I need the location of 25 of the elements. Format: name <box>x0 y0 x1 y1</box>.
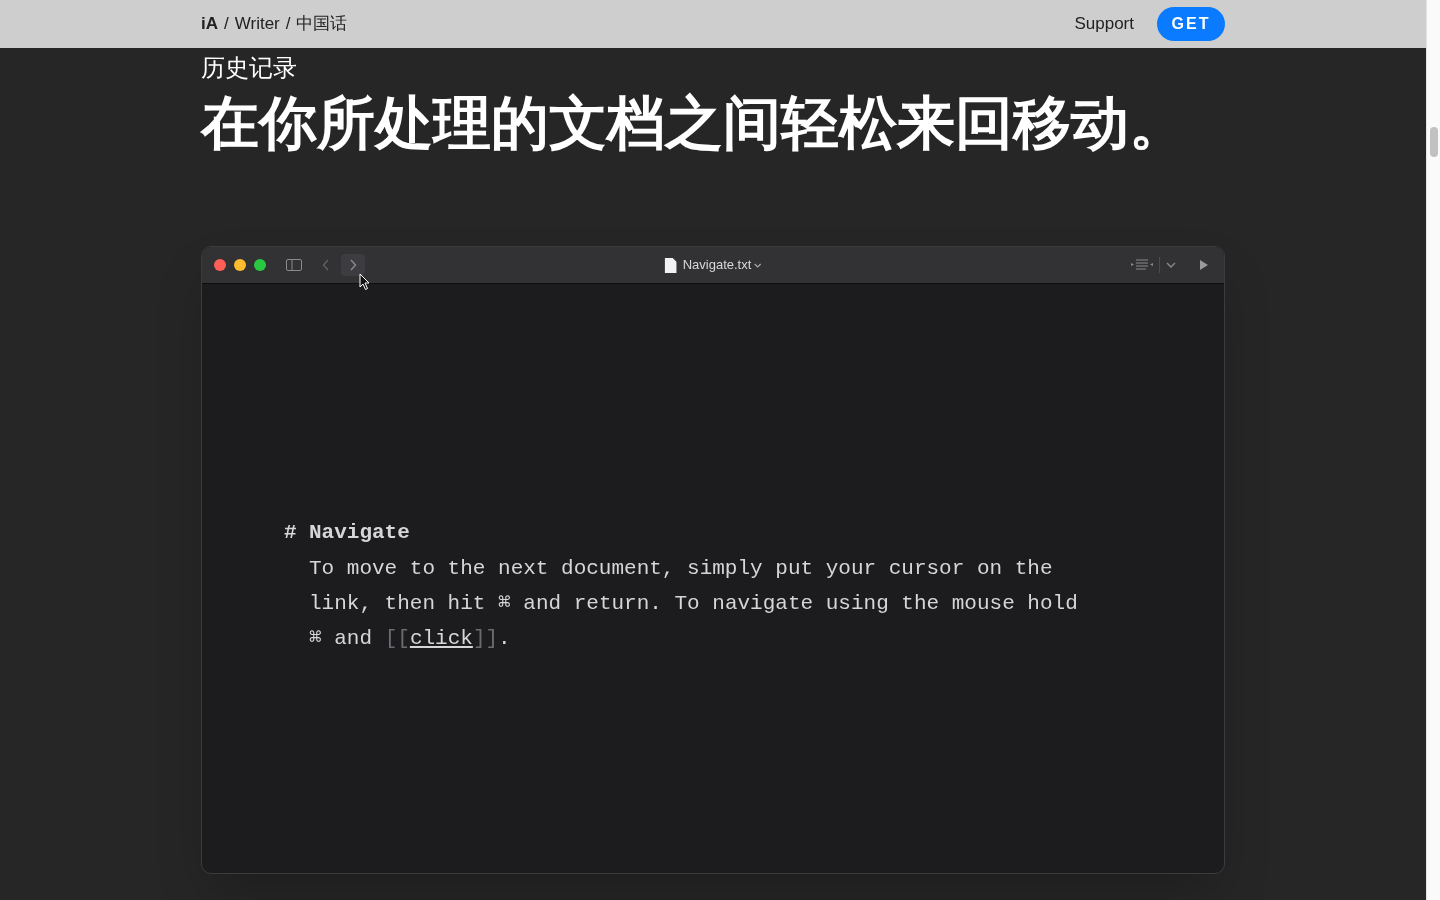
section-eyebrow: 历史记录 <box>201 53 298 83</box>
breadcrumb-separator: / <box>224 13 229 36</box>
breadcrumb-separator: / <box>285 13 291 36</box>
chevron-right-icon <box>349 259 357 271</box>
get-button[interactable]: GET <box>1157 7 1225 41</box>
zoom-icon[interactable] <box>254 259 266 271</box>
close-icon[interactable] <box>214 259 226 271</box>
editor-heading: Navigate <box>309 520 410 546</box>
document-icon <box>664 257 677 273</box>
breadcrumb-link[interactable]: Writer <box>234 11 280 37</box>
play-icon[interactable] <box>1200 260 1208 270</box>
outline-icon[interactable] <box>1131 259 1153 271</box>
section-title: 在你所处理的文档之间轻松来回移动。 <box>201 89 1188 157</box>
file-name[interactable]: Navigate.txt <box>682 255 752 275</box>
chevron-down-icon[interactable] <box>753 262 762 268</box>
minimize-icon[interactable] <box>234 259 246 271</box>
sidebar-icon[interactable] <box>286 259 302 271</box>
heading-mark: # <box>284 520 298 546</box>
forward-button[interactable] <box>341 254 365 276</box>
editor-paragraph: To move to the next document, simply put your cursor on the link, then hit ⌘ and return. To navigate using the mouse hold ⌘ and [[click]]. <box>309 556 1079 652</box>
chevron-down-icon[interactable] <box>1166 262 1176 268</box>
breadcrumb-link[interactable]: 中国话 <box>296 11 348 37</box>
wiki-link[interactable]: click <box>409 627 473 650</box>
support-link[interactable]: Support <box>1074 11 1134 37</box>
brand-link[interactable]: iA <box>201 11 218 37</box>
